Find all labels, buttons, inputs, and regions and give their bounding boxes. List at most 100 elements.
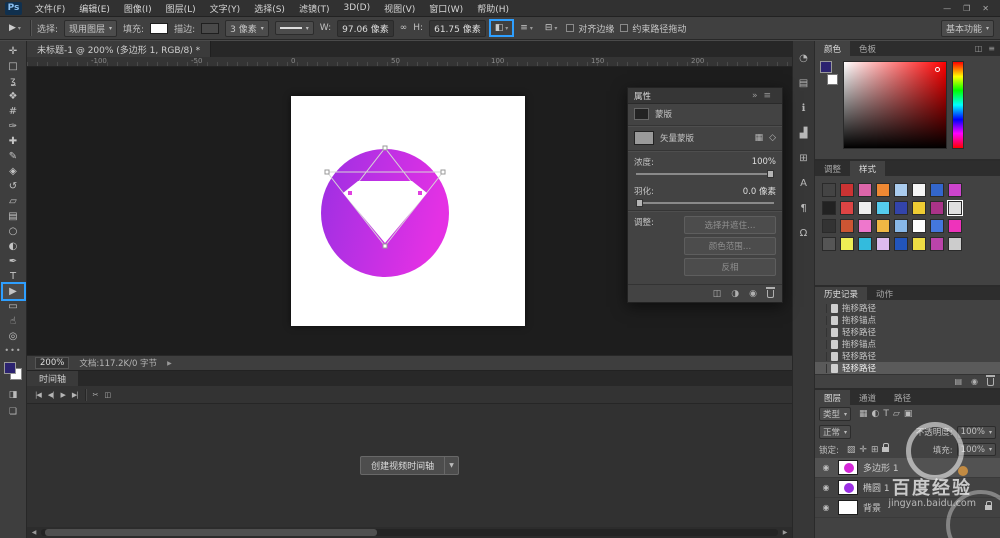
style-swatch[interactable] [948, 219, 962, 233]
timeline-scrollbar[interactable]: ◀ ▶ [27, 527, 792, 538]
stroke-type-dropdown[interactable] [275, 21, 314, 35]
density-slider[interactable] [636, 173, 774, 175]
document-tab[interactable]: 未标题-1 @ 200% (多边形 1, RGB/8) * [27, 41, 211, 57]
style-swatch[interactable] [894, 237, 908, 251]
hand-tool[interactable]: ☝ [3, 314, 24, 329]
history-item[interactable]: 拖移锚点 [815, 338, 1000, 350]
pen-tool[interactable]: ✒ [3, 254, 24, 269]
select-and-mask-button[interactable]: 选择并遮住… [684, 216, 776, 234]
layer-row[interactable]: ◉背景 [815, 498, 1000, 518]
menu-item[interactable]: 视图(V) [377, 0, 422, 17]
style-swatch[interactable] [876, 219, 890, 233]
style-swatch[interactable] [858, 219, 872, 233]
edit-toolbar-icon[interactable]: ••• [4, 346, 21, 355]
lock-all-icon[interactable] [882, 447, 889, 452]
menu-item[interactable]: 窗口(W) [422, 0, 470, 17]
style-swatch[interactable] [912, 201, 926, 215]
rectangle-shape-tool[interactable]: ▭ [3, 299, 24, 314]
screen-mode-button[interactable]: ❏ [3, 404, 24, 419]
path-alignment-dropdown[interactable]: ≡ [517, 22, 536, 34]
history-source-toggle[interactable] [817, 316, 827, 325]
style-swatch[interactable] [930, 201, 944, 215]
menu-item[interactable]: 文件(F) [28, 0, 72, 17]
history-source-toggle[interactable] [817, 364, 827, 373]
style-swatch[interactable] [876, 183, 890, 197]
navigator-icon[interactable]: ⊞ [796, 151, 812, 165]
style-swatch[interactable] [858, 237, 872, 251]
timeline-settings-icon[interactable]: ◫ [105, 391, 111, 399]
link-dimensions-icon[interactable]: ∞ [400, 23, 408, 33]
vector-mask-thumbnail[interactable] [634, 131, 654, 145]
style-swatch[interactable] [912, 237, 926, 251]
background-color-chip[interactable] [827, 74, 838, 85]
style-swatch[interactable] [840, 183, 854, 197]
fill-swatch[interactable] [150, 23, 168, 34]
slider-thumb[interactable] [636, 199, 643, 207]
delete-state-icon[interactable] [987, 378, 994, 386]
style-swatch[interactable] [822, 201, 836, 215]
load-selection-icon[interactable]: ◫ [713, 289, 722, 299]
tab-channels[interactable]: 通道 [850, 390, 885, 405]
path-arrange-dropdown[interactable]: ⊟ [542, 22, 561, 34]
panel-menu-icon[interactable]: ≡ [763, 91, 771, 101]
filter-type-layers-icon[interactable]: T [883, 409, 889, 419]
width-input[interactable]: 97.06 像素 [337, 20, 394, 37]
fill-opacity-dropdown[interactable]: 100% [957, 443, 996, 456]
layer-filter-dropdown[interactable]: 类型 [819, 407, 851, 421]
filter-shape-layers-icon[interactable]: ▱ [893, 409, 900, 419]
play-button[interactable]: ▶ [61, 391, 65, 399]
style-swatch[interactable] [822, 219, 836, 233]
path-operations-dropdown[interactable]: ◧ [492, 22, 512, 34]
crop-tool[interactable]: # [3, 104, 24, 119]
history-source-toggle[interactable] [817, 304, 827, 313]
history-item[interactable]: 轻移路径 [815, 362, 1000, 374]
menu-item[interactable]: 图像(I) [117, 0, 159, 17]
constrain-path-checkbox[interactable]: 约束路径拖动 [620, 22, 686, 35]
hue-slider[interactable] [952, 61, 964, 149]
create-video-timeline-button[interactable]: 创建视频时间轴 [360, 456, 445, 475]
tab-swatches[interactable]: 色板 [850, 41, 885, 56]
stroke-width-dropdown[interactable]: 3 像素 [225, 20, 269, 37]
filter-pixel-layers-icon[interactable]: ▦ [859, 409, 868, 419]
feather-value[interactable]: 0.0 像素 [743, 185, 776, 197]
style-swatch[interactable] [894, 219, 908, 233]
quick-selection-tool[interactable]: ❖ [3, 89, 24, 104]
style-swatch[interactable] [858, 183, 872, 197]
panel-menu-icon[interactable]: ≡ [988, 44, 995, 53]
style-swatch[interactable] [930, 237, 944, 251]
color-swatches[interactable] [3, 361, 23, 381]
style-swatch[interactable] [948, 237, 962, 251]
height-input[interactable]: 61.75 像素 [429, 20, 486, 37]
status-options-caret[interactable]: ▶ [167, 360, 172, 367]
lasso-tool[interactable]: ʓ [3, 74, 24, 89]
feather-slider[interactable] [636, 202, 774, 204]
adjustments-icon[interactable]: ◔ [796, 51, 812, 65]
maximize-button[interactable]: ❐ [963, 4, 970, 13]
artboard[interactable] [291, 96, 525, 326]
histogram-icon[interactable]: ▟ [796, 126, 812, 140]
history-source-toggle[interactable] [817, 328, 827, 337]
history-item[interactable]: 拖移锚点 [815, 314, 1000, 326]
add-vector-mask-icon[interactable]: ◇ [769, 133, 776, 143]
next-frame-button[interactable]: ▶| [72, 391, 78, 399]
new-document-from-state-icon[interactable]: ▤ [954, 377, 962, 386]
color-range-button[interactable]: 颜色范围… [684, 237, 776, 255]
libraries-icon[interactable]: ▤ [796, 76, 812, 90]
tab-color[interactable]: 颜色 [815, 41, 850, 56]
new-snapshot-icon[interactable]: ◉ [971, 377, 978, 386]
timeline-tab[interactable]: 时间轴 [27, 371, 78, 386]
gradient-tool[interactable]: ▤ [3, 209, 24, 224]
history-item[interactable]: 拖移路径 [815, 302, 1000, 314]
filter-smart-objects-icon[interactable]: ▣ [904, 409, 913, 419]
style-swatch[interactable] [912, 183, 926, 197]
eraser-tool[interactable]: ▱ [3, 194, 24, 209]
tab-layers[interactable]: 图层 [815, 390, 850, 405]
panel-color-swatches[interactable] [820, 61, 838, 85]
scrollbar-thumb[interactable] [45, 529, 377, 536]
layer-row[interactable]: ◉椭圆 1 [815, 478, 1000, 498]
history-source-toggle[interactable] [817, 340, 827, 349]
style-swatch[interactable] [858, 201, 872, 215]
menu-item[interactable]: 3D(D) [336, 1, 377, 15]
scroll-left-icon[interactable]: ◀ [29, 529, 39, 536]
layer-row[interactable]: ◉多边形 1 [815, 458, 1000, 478]
